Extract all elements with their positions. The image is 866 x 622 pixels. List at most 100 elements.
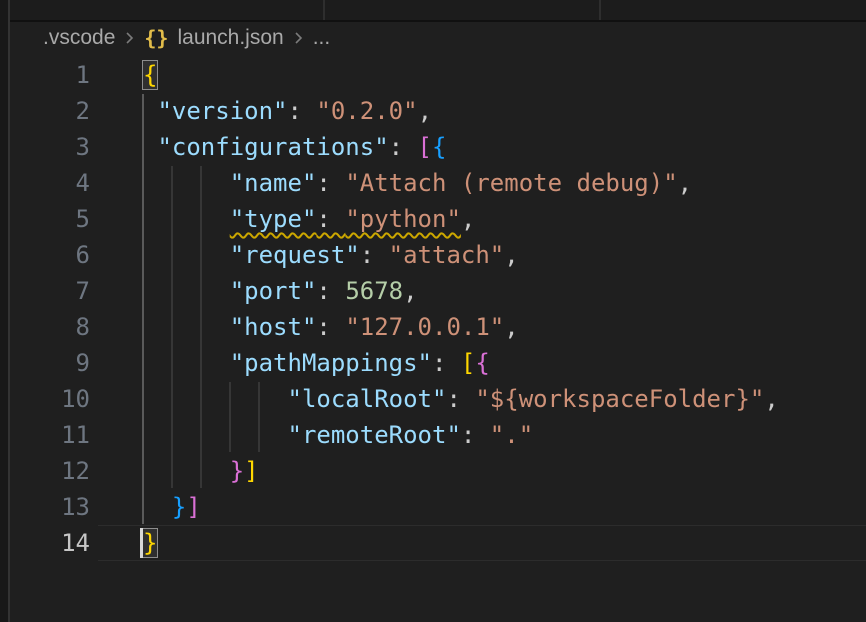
code-line[interactable]: 7 "port": 5678, xyxy=(10,273,866,309)
token: : xyxy=(316,277,345,305)
code-line[interactable]: 3 "configurations": [{ xyxy=(10,129,866,165)
code-line[interactable]: 6 "request": "attach", xyxy=(10,237,866,273)
token: "host" xyxy=(230,313,317,341)
breadcrumb: .vscode {} launch.json ... xyxy=(10,22,866,54)
token: ] xyxy=(244,457,258,485)
code-line[interactable]: 4 "name": "Attach (remote debug)", xyxy=(10,165,866,201)
code-text: { xyxy=(100,57,157,93)
line-number[interactable]: 1 xyxy=(10,57,100,93)
code-line[interactable]: 12 }] xyxy=(10,453,866,489)
token: } xyxy=(172,493,186,521)
code-area[interactable]: 1{2 "version": "0.2.0",3 "configurations… xyxy=(10,54,866,622)
vscode-window: .vscode {} launch.json ... 1{2 "version"… xyxy=(0,0,866,622)
code-line[interactable]: 14} xyxy=(10,525,866,561)
code-text: "version": "0.2.0", xyxy=(100,93,432,129)
line-number[interactable]: 13 xyxy=(10,489,100,525)
line-number[interactable]: 9 xyxy=(10,345,100,381)
code-line[interactable]: 11 "remoteRoot": "." xyxy=(10,417,866,453)
editor-group: .vscode {} launch.json ... 1{2 "version"… xyxy=(10,0,866,622)
chevron-right-icon xyxy=(291,28,306,48)
token: : xyxy=(461,421,490,449)
token: , xyxy=(678,169,692,197)
breadcrumb-more[interactable]: ... xyxy=(313,26,331,50)
breadcrumb-folder[interactable]: .vscode xyxy=(43,26,115,50)
token: , xyxy=(461,205,475,233)
line-number[interactable]: 12 xyxy=(10,453,100,489)
token: , xyxy=(418,97,432,125)
line-number[interactable]: 4 xyxy=(10,165,100,201)
warning-squiggle: "type": "python" xyxy=(230,205,461,233)
tab-bar[interactable] xyxy=(10,0,866,20)
line-number[interactable]: 8 xyxy=(10,309,100,345)
code-text: "name": "Attach (remote debug)", xyxy=(100,165,692,201)
line-number[interactable]: 3 xyxy=(10,129,100,165)
code-text: "pathMappings": [{ xyxy=(100,345,490,381)
token: : xyxy=(288,97,317,125)
breadcrumb-file[interactable]: launch.json xyxy=(177,26,283,50)
token: : xyxy=(389,133,418,161)
line-number[interactable]: 7 xyxy=(10,273,100,309)
code-line[interactable]: 13 }] xyxy=(10,489,866,525)
token: "request" xyxy=(230,241,360,269)
code-line[interactable]: 2 "version": "0.2.0", xyxy=(10,93,866,129)
token: "0.2.0" xyxy=(316,97,417,125)
token: 5678 xyxy=(345,277,403,305)
chevron-right-icon xyxy=(122,28,137,48)
token: , xyxy=(504,241,518,269)
line-number[interactable]: 2 xyxy=(10,93,100,129)
code-line[interactable]: 10 "localRoot": "${workspaceFolder}", xyxy=(10,381,866,417)
token: [ xyxy=(418,133,432,161)
token xyxy=(143,277,230,305)
token xyxy=(143,457,230,485)
tab-divider xyxy=(599,0,601,20)
code-line[interactable]: 8 "host": "127.0.0.1", xyxy=(10,309,866,345)
token xyxy=(143,169,230,197)
token: "localRoot" xyxy=(288,385,447,413)
token xyxy=(143,205,230,233)
code-line[interactable]: 1{ xyxy=(10,57,866,93)
token xyxy=(143,385,288,413)
code-text: "type": "python", xyxy=(100,201,475,237)
code-text: "configurations": [{ xyxy=(100,129,446,165)
token: { xyxy=(475,349,489,377)
token xyxy=(143,241,230,269)
token: , xyxy=(403,277,417,305)
code-text: } xyxy=(100,525,157,561)
token: "127.0.0.1" xyxy=(345,313,504,341)
line-number[interactable]: 11 xyxy=(10,417,100,453)
token xyxy=(143,97,157,125)
token: "pathMappings" xyxy=(230,349,432,377)
line-number[interactable]: 14 xyxy=(10,525,100,561)
code-text: "port": 5678, xyxy=(100,273,418,309)
token: ] xyxy=(186,493,200,521)
token: "." xyxy=(490,421,533,449)
token: "configurations" xyxy=(157,133,388,161)
token: "Attach (remote debug)" xyxy=(345,169,677,197)
token xyxy=(143,133,157,161)
token: : xyxy=(316,313,345,341)
token: "port" xyxy=(230,277,317,305)
line-number[interactable]: 10 xyxy=(10,381,100,417)
bracket-match: } xyxy=(143,529,157,557)
code-text: "localRoot": "${workspaceFolder}", xyxy=(100,381,779,417)
token: "python" xyxy=(345,205,461,233)
code-line[interactable]: 5 "type": "python", xyxy=(10,201,866,237)
token xyxy=(143,313,230,341)
code-line[interactable]: 9 "pathMappings": [{ xyxy=(10,345,866,381)
token: : xyxy=(432,349,461,377)
token xyxy=(143,421,288,449)
line-number[interactable]: 6 xyxy=(10,237,100,273)
token: : xyxy=(316,205,345,233)
editor[interactable]: .vscode {} launch.json ... 1{2 "version"… xyxy=(10,22,866,622)
line-number[interactable]: 5 xyxy=(10,201,100,237)
token: : xyxy=(360,241,389,269)
token: : xyxy=(316,169,345,197)
token: [ xyxy=(461,349,475,377)
code-text: "remoteRoot": "." xyxy=(100,417,533,453)
token: { xyxy=(432,133,446,161)
token: "remoteRoot" xyxy=(288,421,461,449)
json-braces-icon: {} xyxy=(144,26,168,50)
token: , xyxy=(504,313,518,341)
token xyxy=(143,349,230,377)
text-cursor xyxy=(140,528,143,558)
